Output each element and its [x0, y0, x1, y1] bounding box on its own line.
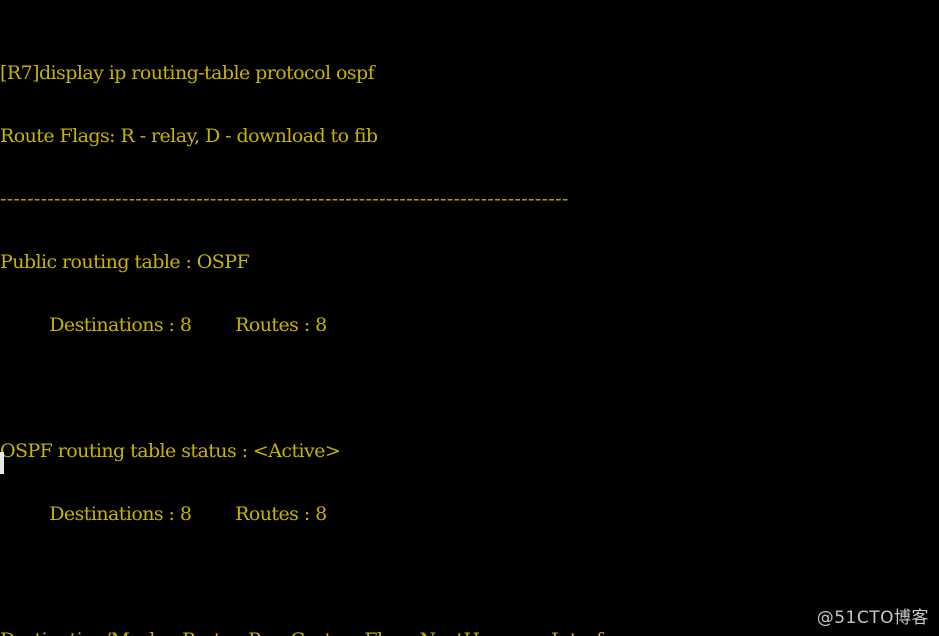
terminal-output[interactable]: [R7]display ip routing-table protocol os…	[0, 0, 939, 636]
active-counts-line: Destinations : 8 Routes : 8	[0, 503, 327, 525]
route-flags-line: Route Flags: R - relay, D - download to …	[0, 125, 378, 147]
public-counts-line: Destinations : 8 Routes : 8	[0, 314, 327, 336]
scrollbar-artifact[interactable]	[0, 452, 4, 474]
command-prompt-line: [R7]display ip routing-table protocol os…	[0, 62, 375, 84]
public-routing-table-line: Public routing table : OSPF	[0, 251, 250, 273]
table-header-line: Destination/Mask Proto Pre Cost Flags Ne…	[0, 630, 939, 636]
watermark: @51CTO博客	[816, 608, 929, 628]
active-status-line: OSPF routing table status : <Active>	[0, 440, 341, 462]
separator-line: ----------------------------------------…	[0, 188, 569, 210]
